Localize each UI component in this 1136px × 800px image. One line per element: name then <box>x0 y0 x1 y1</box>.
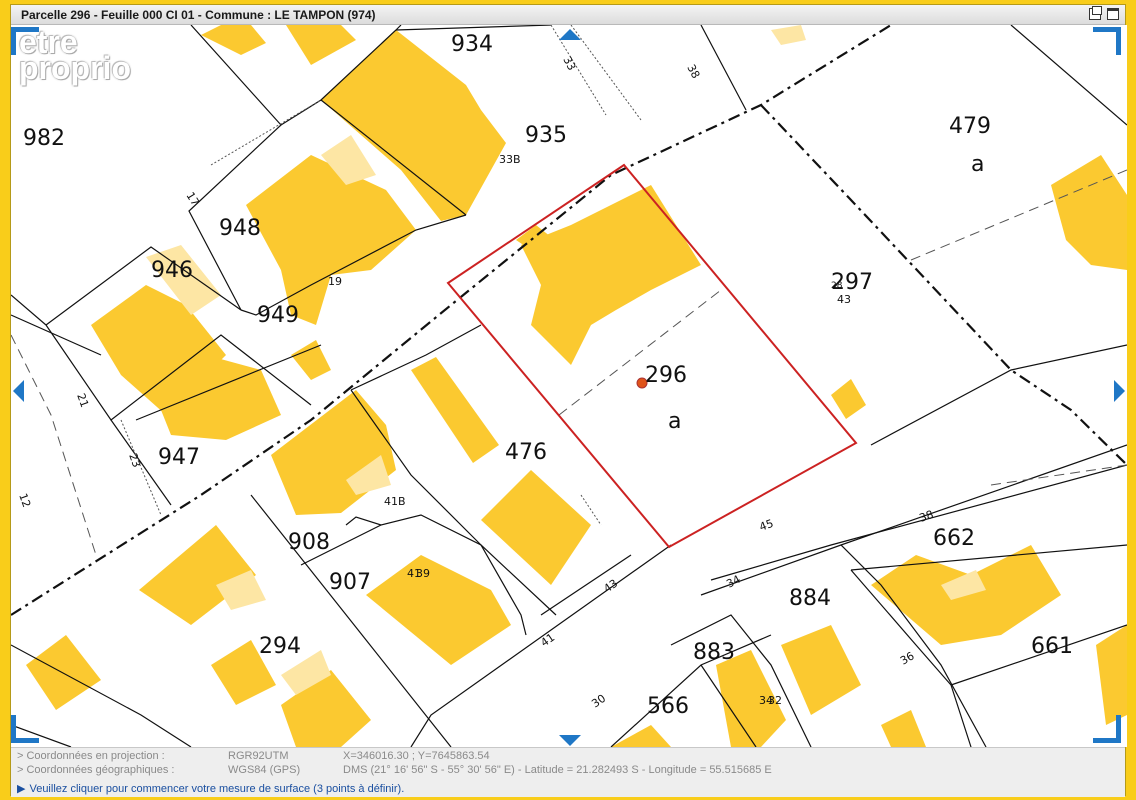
road-number-38-top: 38 <box>684 62 702 80</box>
street-number-33B: 33B <box>499 153 521 166</box>
building <box>521 185 701 365</box>
cadastral-map[interactable]: 934 935 982 948 946 949 947 476 296 297 … <box>11 25 1127 747</box>
street-number-28: 28 <box>831 281 843 291</box>
road-number-41-road: 41 <box>538 631 557 650</box>
parcel-476: 476 <box>505 440 547 465</box>
street-number-39: 39 <box>416 567 430 580</box>
parcel-294: 294 <box>259 634 301 659</box>
title-bar: Parcelle 296 - Feuille 000 CI 01 - Commu… <box>11 5 1125 25</box>
play-arrow-icon: ▶ <box>17 783 26 795</box>
frame-corner-icon <box>11 27 39 55</box>
projection-label: > Coordonnées en projection : <box>17 750 165 762</box>
parcel-935: 935 <box>525 123 567 148</box>
building <box>139 525 256 625</box>
geographic-label: > Coordonnées géographiques : <box>17 764 175 776</box>
parcel-479: 479 <box>949 114 991 139</box>
building <box>1096 625 1127 725</box>
street-number-41B: 41B <box>384 495 406 508</box>
frame-corner-icon <box>1093 715 1121 743</box>
building <box>286 25 356 65</box>
window-title: Parcelle 296 - Feuille 000 CI 01 - Commu… <box>21 8 376 22</box>
parcel-946: 946 <box>151 258 193 283</box>
parcel-566: 566 <box>647 694 689 719</box>
building <box>781 625 861 715</box>
parcel-948: 948 <box>219 216 261 241</box>
building <box>26 635 101 710</box>
geographic-value: DMS (21° 16' 56" S - 55° 30' 56" E) - La… <box>343 764 772 776</box>
status-text: Veuillez cliquer pour commencer votre me… <box>29 783 405 795</box>
building <box>481 470 591 585</box>
building <box>246 155 416 325</box>
subdivision-a-479: a <box>971 152 984 177</box>
building <box>201 25 266 55</box>
coordinates-panel: > Coordonnées en projection : RGR92UTM X… <box>11 747 1125 797</box>
road-number-30: 30 <box>589 692 608 711</box>
cadastre-window: Parcelle 296 - Feuille 000 CI 01 - Commu… <box>10 4 1127 797</box>
street-number-43: 43 <box>837 293 851 306</box>
frame-corner-icon <box>11 715 39 743</box>
parcel-884: 884 <box>789 586 831 611</box>
building <box>291 340 331 380</box>
road-number-12: 12 <box>16 492 33 510</box>
parcel-908: 908 <box>288 530 330 555</box>
parcel-661: 661 <box>1031 634 1073 659</box>
road-number-21: 21 <box>74 392 91 410</box>
building <box>831 379 866 419</box>
projection-value: X=346016.30 ; Y=7645863.54 <box>343 750 490 762</box>
road-number-36: 36 <box>898 649 917 667</box>
parcel-934: 934 <box>451 32 493 57</box>
logo-line-2: proprio <box>19 50 131 86</box>
road-number-45: 45 <box>758 517 776 534</box>
building-annex <box>771 25 806 45</box>
pan-north-icon[interactable] <box>559 29 581 40</box>
parcel-296: 296 <box>645 363 687 388</box>
building <box>611 725 671 747</box>
building <box>411 357 499 463</box>
parcel-947: 947 <box>158 445 200 470</box>
pan-west-icon[interactable] <box>13 380 24 402</box>
maximize-window-icon[interactable] <box>1107 8 1119 20</box>
parcel-662: 662 <box>933 526 975 551</box>
pan-east-icon[interactable] <box>1114 380 1125 402</box>
road-number-33: 33 <box>560 54 578 72</box>
projection-system: RGR92UTM <box>228 750 289 762</box>
street-number-19: 19 <box>328 275 342 288</box>
parcel-982: 982 <box>23 126 65 151</box>
geographic-system: WGS84 (GPS) <box>228 764 301 776</box>
parcel-907: 907 <box>329 570 371 595</box>
pan-south-icon[interactable] <box>559 735 581 746</box>
frame-corner-icon <box>1093 27 1121 55</box>
building <box>881 710 926 747</box>
road-number-38: 38 <box>918 508 936 525</box>
parcel-949: 949 <box>257 303 299 328</box>
street-number-32: 32 <box>768 694 782 707</box>
restore-window-icon[interactable] <box>1089 6 1102 20</box>
status-message: ▶ Veuillez cliquer pour commencer votre m… <box>17 782 404 795</box>
building <box>1051 155 1127 270</box>
subdivision-a-296: a <box>668 409 681 434</box>
map-canvas[interactable]: 934 935 982 948 946 949 947 476 296 297 … <box>11 25 1127 747</box>
building <box>366 555 511 665</box>
building <box>271 390 396 515</box>
parcel-883: 883 <box>693 640 735 665</box>
road-number-23: 23 <box>126 452 143 470</box>
road-number-17: 17 <box>183 190 201 209</box>
